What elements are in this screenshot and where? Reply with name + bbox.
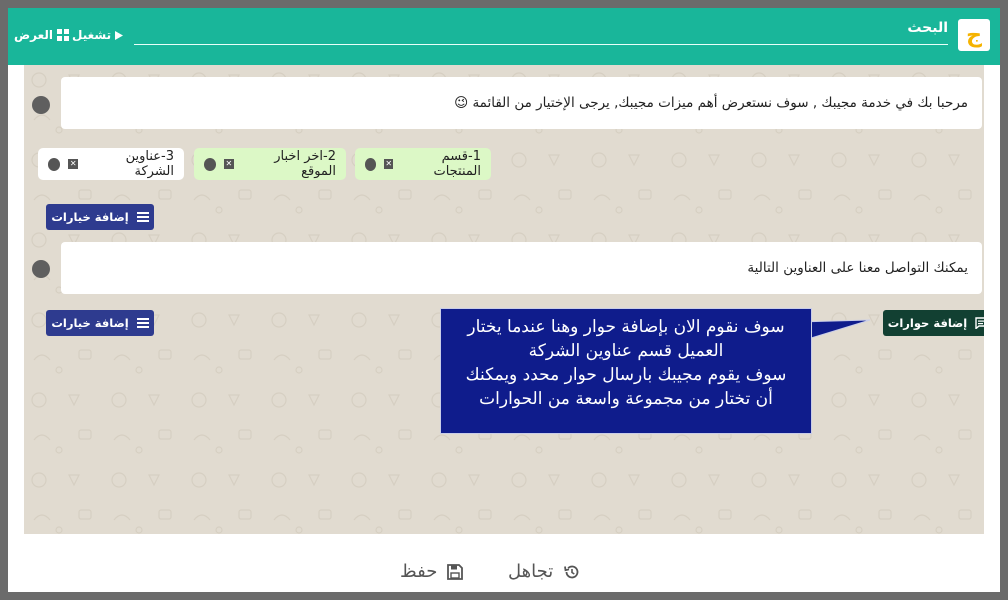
view-label: العرض — [14, 28, 53, 42]
chat-canvas: مرحبا بك في خدمة مجيبك , سوف نستعرض أهم … — [24, 65, 984, 534]
save-label: حفظ — [400, 561, 438, 582]
app-window: ج البحث تشغيل العرض مرحبا بك في خدمة مجي… — [8, 8, 1000, 592]
add-options-button[interactable]: إضافة خيارات — [46, 204, 154, 230]
option-label: 3-عناوين الشركة — [125, 149, 174, 179]
remove-icon[interactable]: ✕ — [224, 159, 234, 169]
tooltip-line: سوف نقوم الان بإضافة حوار وهنا عندما يخت… — [467, 317, 785, 337]
tooltip-line: أن تختار من مجموعة واسعة من الحوارات — [479, 389, 773, 409]
chat-background-pattern — [24, 65, 984, 534]
message-text: مرحبا بك في خدمة مجيبك , سوف نستعرض أهم … — [454, 95, 968, 111]
message-text: يمكنك التواصل معنا على العناوين التالية — [747, 260, 968, 276]
app-logo: ج — [958, 19, 990, 51]
add-dialogs-label: إضافة حوارات — [887, 316, 968, 330]
tooltip-line: العميل قسم عناوين الشركة — [528, 341, 724, 361]
bot-avatar-icon — [32, 260, 50, 278]
add-options-label: إضافة خيارات — [51, 210, 129, 224]
add-options-label: إضافة خيارات — [51, 316, 129, 330]
history-icon — [564, 565, 579, 578]
remove-icon[interactable]: ✕ — [384, 159, 394, 169]
add-options-button[interactable]: إضافة خيارات — [46, 310, 154, 336]
grid-view-icon — [57, 29, 69, 41]
chat-message: يمكنك التواصل معنا على العناوين التالية — [61, 242, 982, 294]
header-bar: ج البحث تشغيل العرض — [8, 8, 1000, 65]
run-button[interactable]: تشغيل — [72, 28, 124, 42]
scrollbar[interactable] — [984, 65, 1000, 534]
option-chip[interactable]: 3-عناوين الشركة ✕ — [38, 148, 184, 180]
option-label: 1-قسم المنتجات — [433, 149, 481, 179]
chat-message: مرحبا بك في خدمة مجيبك , سوف نستعرض أهم … — [61, 77, 982, 129]
remove-icon[interactable]: ✕ — [68, 159, 78, 169]
option-chip[interactable]: 2-اخر اخبار الموقع ✕ — [194, 148, 346, 180]
bot-avatar-icon — [32, 96, 50, 114]
search-input[interactable] — [134, 44, 948, 45]
add-dialogs-button[interactable]: إضافة حوارات — [883, 310, 984, 336]
run-label: تشغيل — [72, 28, 112, 42]
play-icon — [115, 30, 124, 40]
save-button[interactable]: حفظ — [400, 561, 464, 582]
emoji-icon[interactable] — [365, 157, 377, 171]
floppy-disk-icon — [447, 563, 464, 580]
option-chip[interactable]: 1-قسم المنتجات ✕ — [355, 148, 491, 180]
ignore-button[interactable]: تجاهل — [508, 561, 581, 582]
help-tooltip: سوف نقوم الان بإضافة حوار وهنا عندما يخت… — [440, 308, 812, 434]
view-button[interactable]: العرض — [14, 28, 69, 42]
emoji-icon[interactable] — [47, 157, 61, 171]
list-icon — [136, 212, 149, 222]
ignore-label: تجاهل — [508, 561, 554, 582]
emoji-icon[interactable] — [203, 157, 217, 171]
list-icon — [136, 318, 149, 328]
option-label: 2-اخر اخبار الموقع — [274, 149, 336, 179]
search-label: البحث — [907, 20, 948, 36]
message-icon — [975, 317, 984, 329]
tooltip-line: سوف يقوم مجيبك بارسال حوار محدد ويمكنك — [465, 365, 787, 385]
